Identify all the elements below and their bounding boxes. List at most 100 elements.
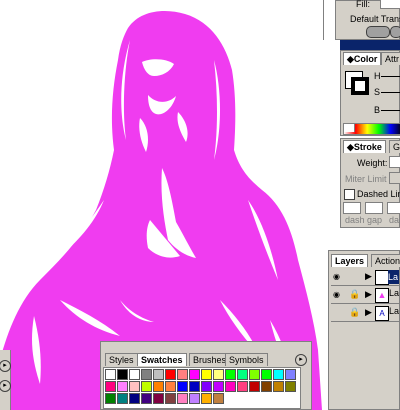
color-swatch[interactable]: [165, 381, 176, 392]
tab-stroke[interactable]: ◆Stroke: [343, 140, 386, 153]
color-swatch[interactable]: [213, 369, 224, 380]
color-swatch[interactable]: [189, 393, 200, 404]
color-swatch[interactable]: [225, 369, 236, 380]
color-swatch[interactable]: [105, 369, 116, 380]
color-swatch[interactable]: [237, 369, 248, 380]
panel-menu-arrow-icon[interactable]: ▸: [295, 354, 307, 366]
color-swatch[interactable]: [177, 381, 188, 392]
tab-layers[interactable]: Layers: [331, 254, 369, 267]
color-swatch[interactable]: [201, 393, 212, 404]
fill-panel: Fill: Default Transp: [335, 0, 400, 40]
color-swatch[interactable]: [273, 381, 284, 392]
color-swatch[interactable]: [249, 369, 260, 380]
toggle-button-2[interactable]: [390, 26, 400, 38]
layer-name-selected[interactable]: La: [388, 270, 399, 284]
left-scrollbar[interactable]: ▸ ▸: [0, 350, 11, 410]
eye-icon-2[interactable]: ◉: [333, 290, 340, 299]
color-swatch[interactable]: [117, 393, 128, 404]
color-swatch[interactable]: [237, 381, 248, 392]
color-swatch[interactable]: [105, 393, 116, 404]
color-swatch[interactable]: [249, 381, 260, 392]
color-swatch[interactable]: [153, 381, 164, 392]
layer-name[interactable]: La: [389, 288, 399, 298]
color-swatch[interactable]: [117, 381, 128, 392]
tab-symbols-label: Symbols: [229, 355, 264, 365]
color-swatch[interactable]: [189, 369, 200, 380]
color-swatch[interactable]: [213, 381, 224, 392]
color-swatch[interactable]: [177, 393, 188, 404]
color-swatch[interactable]: [165, 369, 176, 380]
gap-field-1[interactable]: [365, 202, 383, 214]
color-swatch[interactable]: [141, 393, 152, 404]
color-swatch[interactable]: [213, 393, 224, 404]
channel-h-slider[interactable]: [381, 76, 400, 77]
color-swatch[interactable]: [153, 369, 164, 380]
swatch-grid: [103, 367, 301, 409]
layer-row-3[interactable]: 🔒 ▶ A La: [331, 305, 399, 322]
color-swatch[interactable]: [273, 369, 284, 380]
tab-gradient[interactable]: Gr: [389, 140, 400, 153]
fill-field[interactable]: [380, 0, 400, 9]
color-swatch[interactable]: [129, 381, 140, 392]
color-swatch[interactable]: [225, 381, 236, 392]
transparency-label: Default Transp: [350, 14, 400, 24]
color-spectrum-bar[interactable]: [343, 123, 400, 135]
toggle-button[interactable]: [366, 26, 390, 38]
tab-swatches[interactable]: Swatches: [137, 353, 187, 366]
tab-actions[interactable]: Actions: [371, 254, 400, 267]
color-swatch[interactable]: [105, 381, 116, 392]
layer-thumbnail-2: ▲: [375, 288, 389, 303]
tab-color[interactable]: ◆Color: [343, 52, 382, 65]
scroll-arrow-icon-2[interactable]: ▸: [0, 380, 11, 392]
layer-name-2[interactable]: La: [389, 306, 399, 316]
expand-triangle-icon[interactable]: ▶: [365, 271, 372, 282]
diamond-icon: ◆: [347, 54, 354, 64]
tab-symbols[interactable]: Symbols: [225, 353, 268, 366]
color-swatch[interactable]: [153, 393, 164, 404]
dashed-line-checkbox[interactable]: [344, 189, 355, 200]
weight-field[interactable]: [389, 156, 400, 168]
expand-triangle-icon-2[interactable]: ▶: [365, 289, 372, 300]
color-swatch[interactable]: [261, 381, 272, 392]
channel-s-slider[interactable]: [381, 92, 400, 93]
color-swatch[interactable]: [141, 381, 152, 392]
color-swatch[interactable]: [165, 393, 176, 404]
miter-limit-field[interactable]: [389, 172, 400, 184]
color-swatch[interactable]: [189, 381, 200, 392]
layer-row-2[interactable]: ◉ 🔒 ▶ ▲ La: [331, 287, 399, 304]
expand-triangle-icon-3[interactable]: ▶: [365, 307, 372, 318]
color-swatch[interactable]: [129, 369, 140, 380]
stroke-color-box[interactable]: [351, 77, 369, 95]
miter-limit-label: Miter Limit: [345, 174, 387, 184]
color-swatch[interactable]: [177, 369, 188, 380]
lock-icon-2[interactable]: 🔒: [349, 307, 360, 318]
tab-layers-label: Layers: [335, 256, 365, 266]
channel-b-slider[interactable]: [381, 110, 400, 111]
tab-brushes[interactable]: Brushes: [189, 353, 231, 366]
none-swatch-icon[interactable]: [344, 124, 355, 132]
diamond-icon: ◆: [347, 142, 354, 152]
color-swatch[interactable]: [261, 369, 272, 380]
layer-row[interactable]: ◉ ▶ La: [331, 269, 399, 286]
color-swatch[interactable]: [285, 381, 296, 392]
channel-s-label: S: [374, 87, 381, 97]
color-swatch[interactable]: [201, 381, 212, 392]
panel-title-bar[interactable]: [340, 40, 400, 50]
dash-label-2: da: [389, 215, 400, 225]
color-swatch[interactable]: [141, 369, 152, 380]
color-swatch[interactable]: [201, 369, 212, 380]
lock-icon[interactable]: 🔒: [349, 289, 360, 300]
tab-styles[interactable]: Styles: [105, 353, 138, 366]
eye-icon[interactable]: ◉: [333, 272, 340, 281]
weight-label: Weight:: [357, 158, 388, 168]
tab-attributes-label: Attr: [385, 54, 400, 64]
color-swatch[interactable]: [129, 393, 140, 404]
dash-field-1[interactable]: [343, 202, 361, 214]
color-swatch[interactable]: [285, 369, 296, 380]
layer-thumbnail: [375, 270, 389, 285]
dash-field-2[interactable]: [387, 202, 400, 214]
color-swatch[interactable]: [117, 369, 128, 380]
channel-h-label: H: [374, 71, 381, 81]
tab-attributes[interactable]: Attr: [381, 52, 400, 65]
scroll-arrow-icon[interactable]: ▸: [0, 360, 11, 372]
